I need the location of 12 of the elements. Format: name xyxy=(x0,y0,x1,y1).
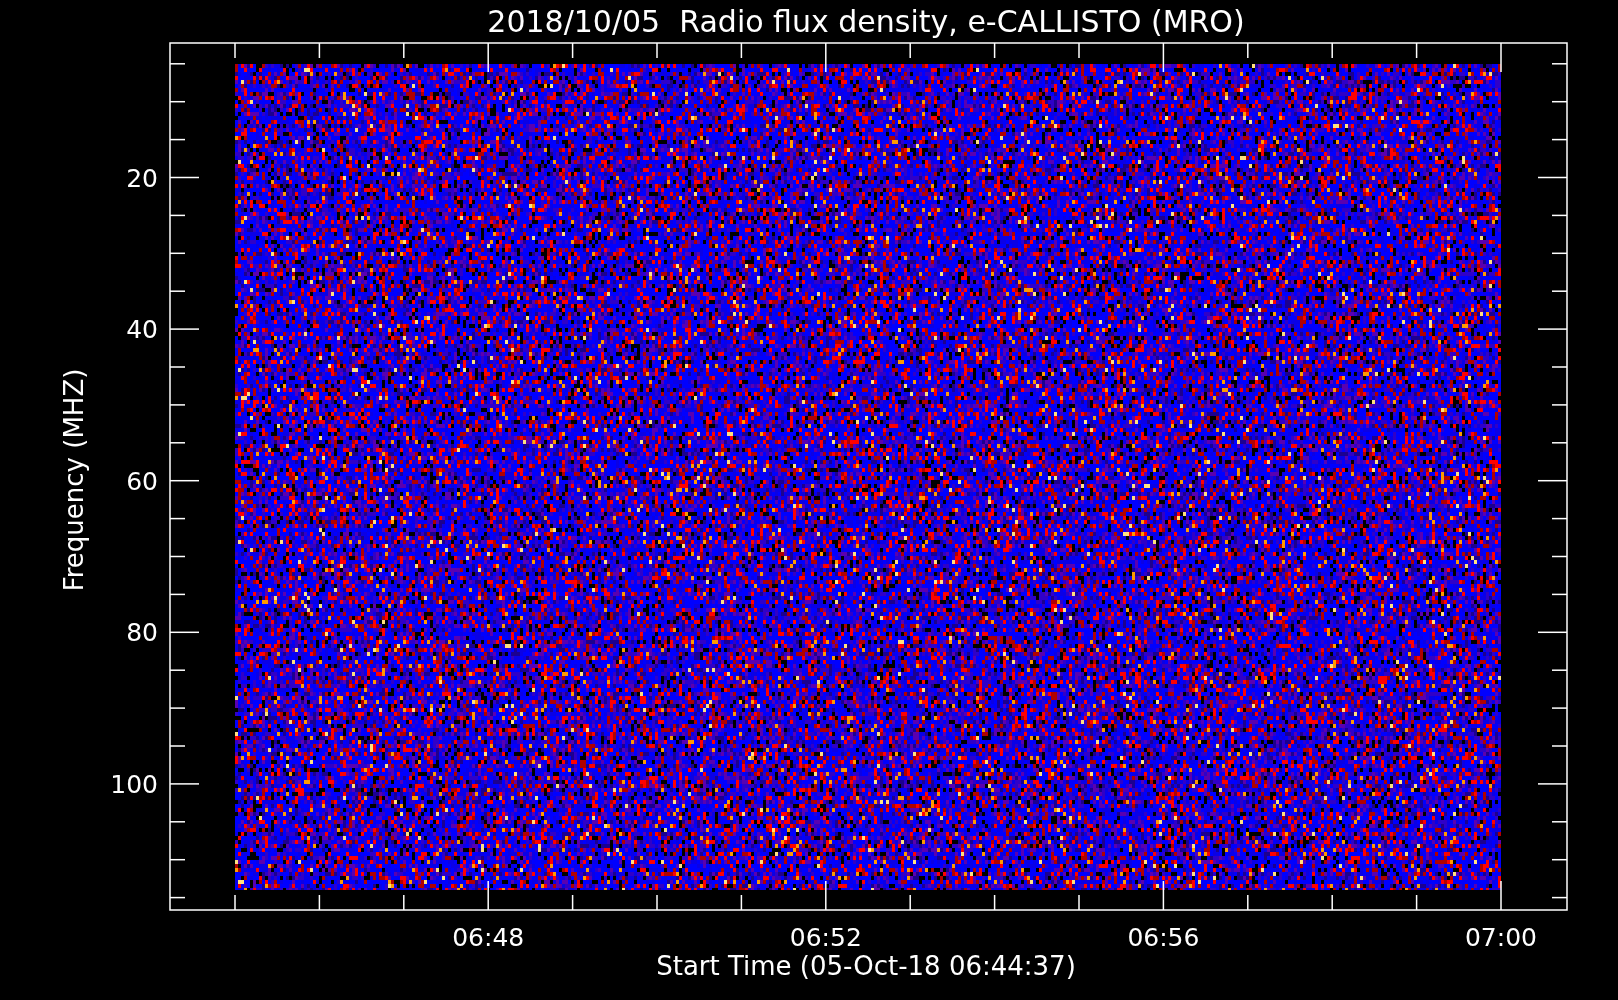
tick-label: 20 xyxy=(126,163,158,193)
tick-label: 80 xyxy=(126,618,158,648)
tick-label: 60 xyxy=(126,466,158,496)
tick-label: 100 xyxy=(110,769,158,799)
tick-label: 06:56 xyxy=(1127,923,1200,952)
axis-title: Start Time (05-Oct-18 06:44:37) xyxy=(656,951,1076,981)
tick-label: 40 xyxy=(126,315,158,345)
chart-title: 2018/10/05 Radio flux density, e-CALLISTO (MRO) xyxy=(487,4,1245,39)
tick-label: 07:00 xyxy=(1465,923,1537,952)
tick-label: 06:52 xyxy=(789,923,862,952)
tick-label: 06:48 xyxy=(452,923,525,952)
axis-title: Frequency (MHZ) xyxy=(59,368,89,592)
